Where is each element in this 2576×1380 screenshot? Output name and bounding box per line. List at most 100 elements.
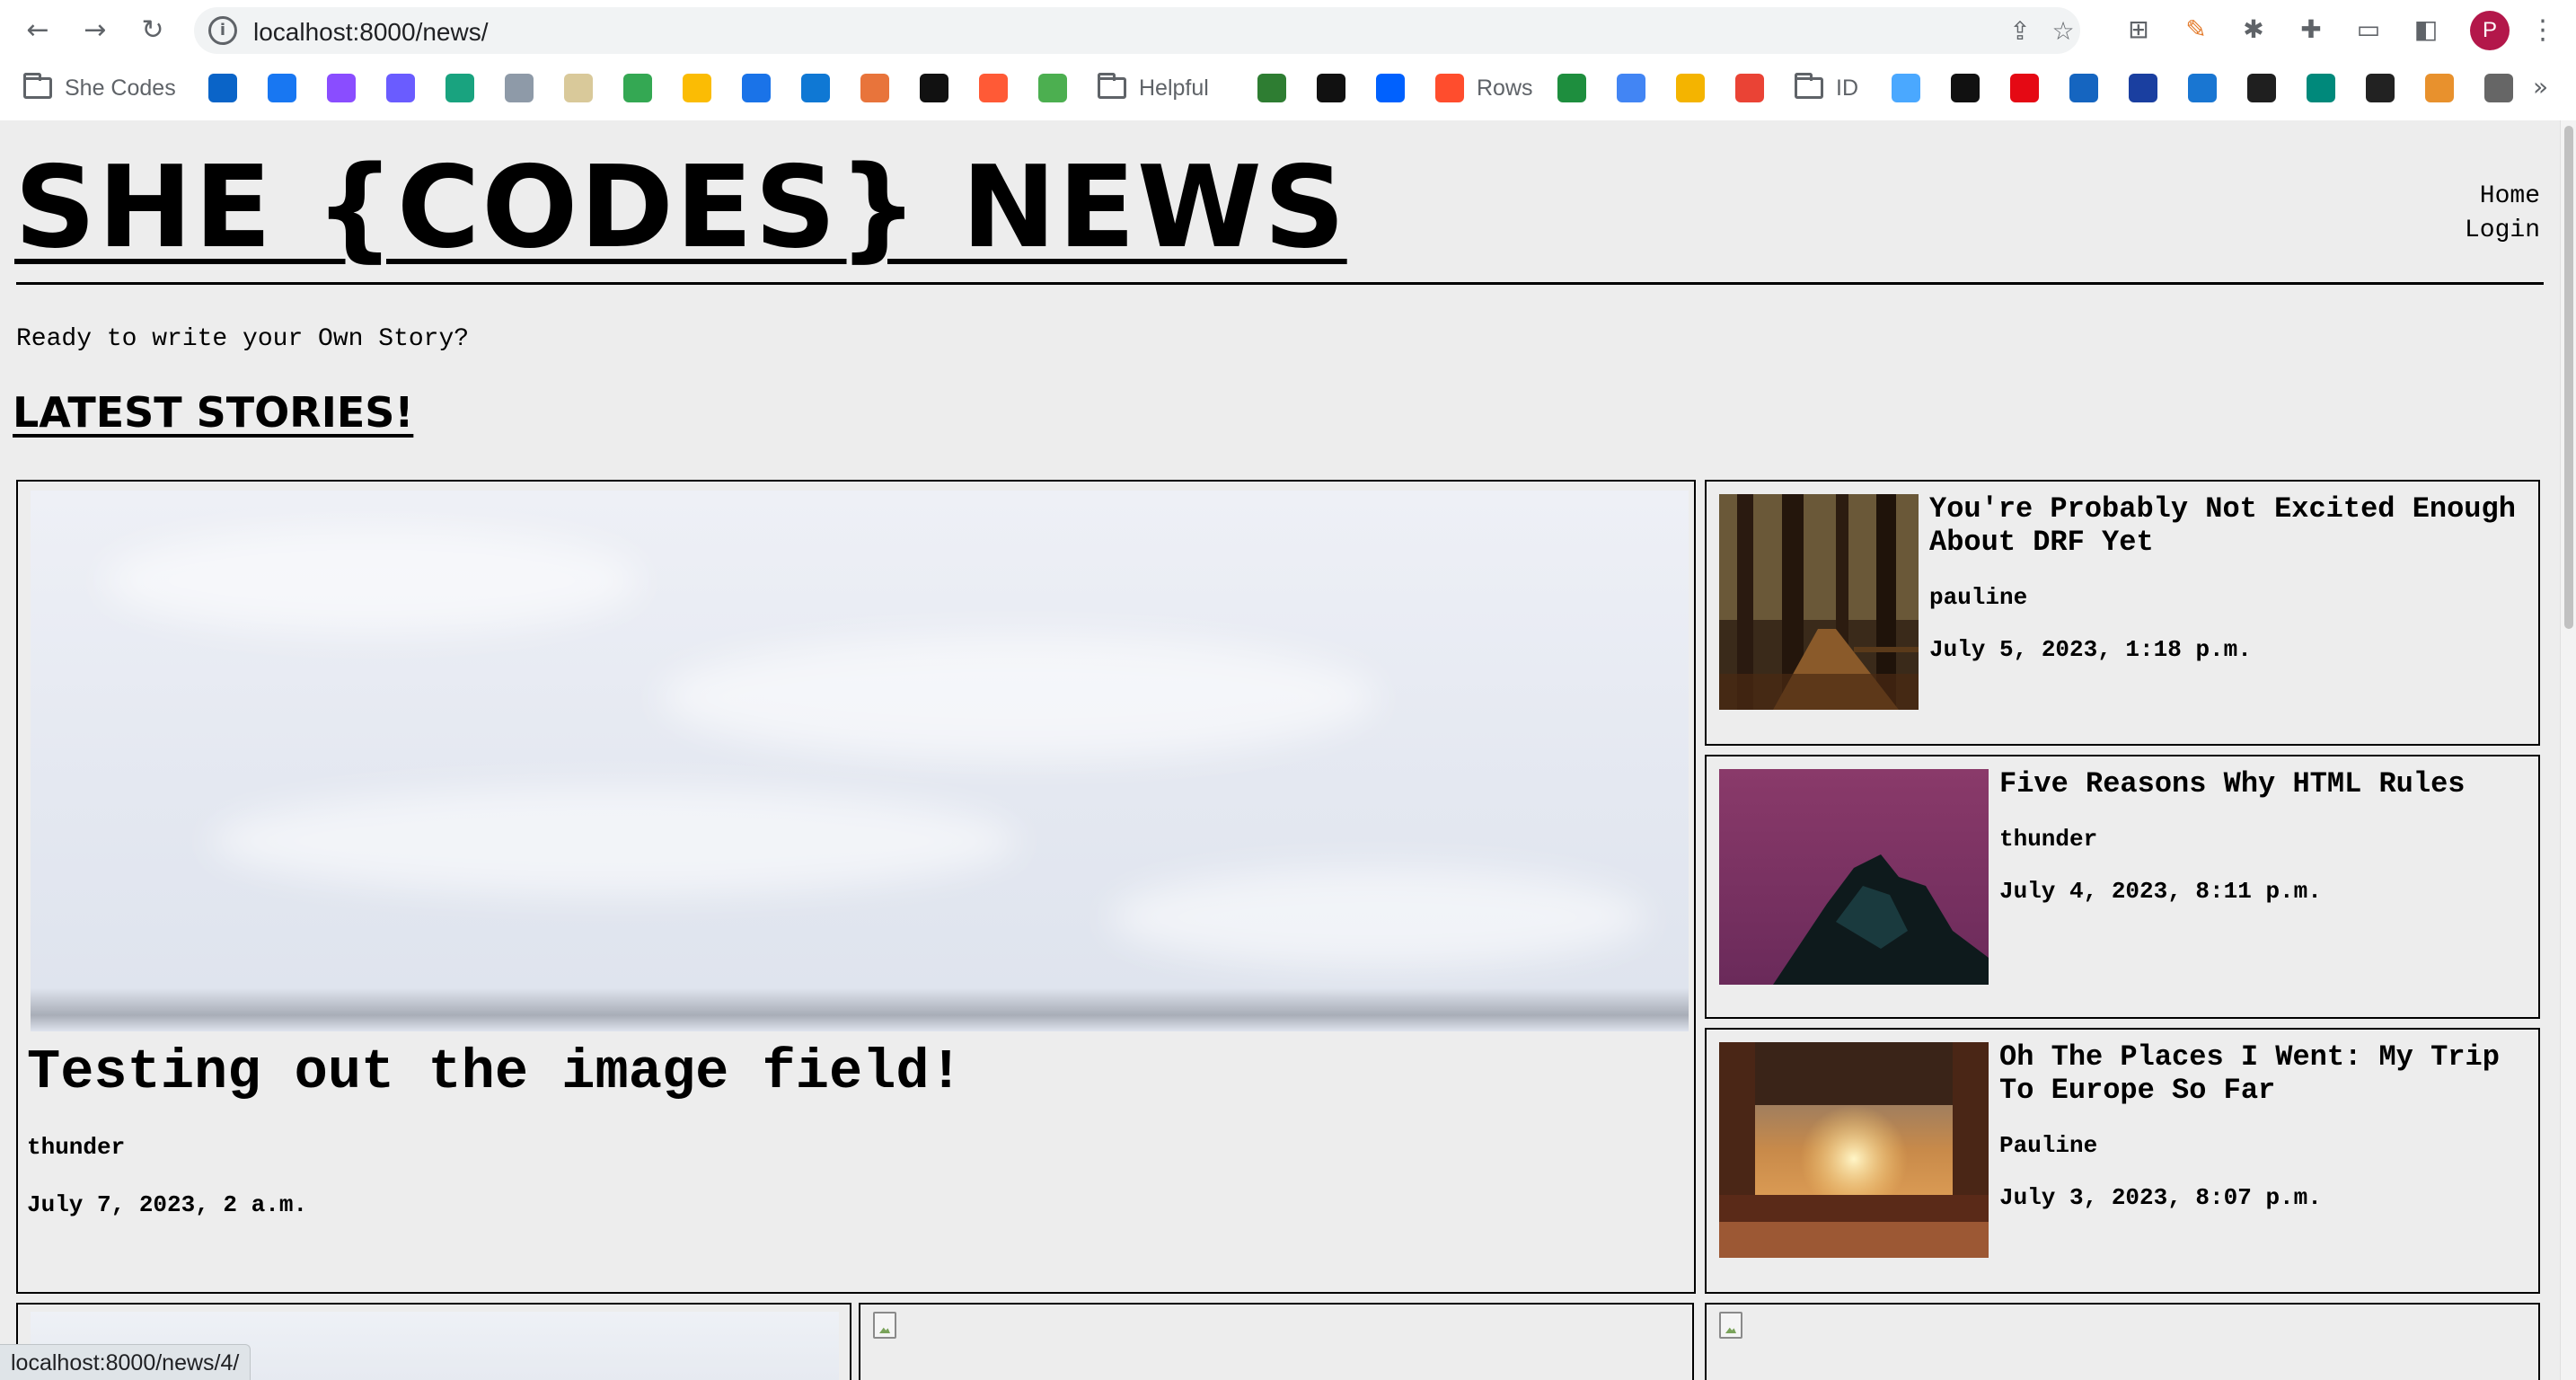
bookmark-item[interactable] xyxy=(1676,72,1705,104)
bookmark-item[interactable] xyxy=(505,72,534,104)
bookmark-item[interactable] xyxy=(1317,72,1345,104)
story-card[interactable] xyxy=(859,1303,1694,1380)
bookmark-item[interactable] xyxy=(327,72,356,104)
bookmark-item[interactable]: Helpful xyxy=(1098,72,1209,104)
story-title[interactable]: Oh The Places I Went: My Trip To Europe … xyxy=(1999,1040,2531,1107)
color-picker-icon[interactable]: ✎ xyxy=(2181,14,2211,45)
cast-icon[interactable]: ▭ xyxy=(2353,14,2384,45)
site-info-icon[interactable]: i xyxy=(208,16,237,45)
browser-menu-icon[interactable]: ⋮ xyxy=(2529,13,2556,49)
bookmark-item[interactable] xyxy=(1376,72,1405,104)
bookmark-item[interactable] xyxy=(1617,72,1645,104)
extension-grid-icon[interactable]: ⊞ xyxy=(2123,14,2154,45)
bookmark-item[interactable] xyxy=(1038,72,1067,104)
address-bar[interactable]: i localhost:8000/news/ ⇪ ☆ xyxy=(194,7,2080,54)
apple-icon xyxy=(2484,74,2513,102)
orange-icon xyxy=(2425,74,2454,102)
chatgpt-icon xyxy=(446,74,474,102)
bookmark-item[interactable] xyxy=(2247,72,2276,104)
bookmark-item[interactable]: She Codes xyxy=(23,72,176,104)
bookmark-item[interactable] xyxy=(1735,72,1764,104)
gemini-icon xyxy=(386,74,415,102)
bookmark-item[interactable] xyxy=(2307,72,2335,104)
bookmark-item[interactable] xyxy=(208,72,237,104)
bookmark-item[interactable] xyxy=(860,72,889,104)
story-card[interactable] xyxy=(1705,1303,2540,1380)
nav-login-link[interactable]: Login xyxy=(2465,214,2540,248)
bookmark-item[interactable]: ID xyxy=(1795,72,1858,104)
disc-icon xyxy=(505,74,534,102)
side-panel-icon[interactable]: ◧ xyxy=(2411,14,2441,45)
featured-story-card[interactable]: Testing out the image field! thunder Jul… xyxy=(16,480,1696,1294)
bookmark-item[interactable] xyxy=(2484,72,2513,104)
bug-icon[interactable]: ✱ xyxy=(2238,14,2269,45)
story-card[interactable]: Five Reasons Why HTML Rules thunder July… xyxy=(1705,755,2540,1019)
bookmark-item[interactable] xyxy=(2425,72,2454,104)
more-bookmarks-icon[interactable]: » xyxy=(2533,72,2548,102)
bookmark-item[interactable] xyxy=(2069,72,2098,104)
goodreads-icon xyxy=(564,74,593,102)
address-bar-url[interactable]: localhost:8000/news/ xyxy=(253,18,489,47)
bookmark-item[interactable] xyxy=(801,72,830,104)
story-date: July 5, 2023, 1:18 p.m. xyxy=(1929,636,2252,663)
featured-story-title[interactable]: Testing out the image field! xyxy=(27,1039,963,1107)
bookmark-item[interactable] xyxy=(1557,72,1586,104)
folder-icon xyxy=(23,73,52,99)
bookmark-item[interactable] xyxy=(2366,72,2395,104)
bookmark-item[interactable] xyxy=(1951,72,1980,104)
story-thumbnail-sunrise[interactable] xyxy=(1719,1042,1989,1258)
featured-story-image[interactable] xyxy=(31,491,1689,1031)
bookmarks-bar: She Codes Helpful Rows ID xyxy=(0,63,2576,113)
share-icon[interactable]: ⇪ xyxy=(2007,18,2033,45)
bookmark-item[interactable] xyxy=(2129,72,2157,104)
bookmark-item[interactable] xyxy=(446,72,474,104)
rows-icon xyxy=(1435,74,1464,102)
bookmark-item[interactable]: Rows xyxy=(1435,72,1533,104)
bookmark-item[interactable] xyxy=(386,72,415,104)
bookmark-item[interactable] xyxy=(2010,72,2039,104)
bookmark-item[interactable] xyxy=(920,72,948,104)
story-author: Pauline xyxy=(1999,1132,2098,1159)
netflix-icon xyxy=(2010,74,2039,102)
write-story-prompt[interactable]: Ready to write your Own Story? xyxy=(16,325,469,353)
story-date: July 3, 2023, 8:07 p.m. xyxy=(1999,1184,2322,1211)
nav-home-link[interactable]: Home xyxy=(2465,180,2540,214)
facebook-icon xyxy=(268,74,296,102)
photos-icon xyxy=(683,74,711,102)
bookmark-item[interactable] xyxy=(564,72,593,104)
bookmark-item[interactable] xyxy=(1257,72,1286,104)
notion-icon xyxy=(1317,74,1345,102)
dropbox-icon xyxy=(1376,74,1405,102)
extensions-puzzle-icon[interactable]: ✚ xyxy=(2296,14,2326,45)
plus-icon xyxy=(1557,74,1586,102)
drive-icon xyxy=(742,74,771,102)
bookmark-item[interactable] xyxy=(623,72,652,104)
disney-icon xyxy=(2129,74,2157,102)
bookmark-label: She Codes xyxy=(65,75,176,101)
story-title[interactable]: You're Probably Not Excited Enough About… xyxy=(1929,492,2531,559)
reload-icon[interactable]: ↻ xyxy=(135,13,171,49)
broken-image-icon[interactable] xyxy=(873,1312,896,1339)
story-card[interactable]: You're Probably Not Excited Enough About… xyxy=(1705,480,2540,746)
bookmark-label: Helpful xyxy=(1139,75,1209,101)
leaf-icon xyxy=(1038,74,1067,102)
broken-image-icon[interactable] xyxy=(1719,1312,1742,1339)
story-thumbnail-rock[interactable] xyxy=(1719,769,1989,985)
story-thumbnail-forest[interactable] xyxy=(1719,494,1919,710)
profile-avatar[interactable]: P xyxy=(2470,11,2510,50)
bookmark-item[interactable] xyxy=(2188,72,2217,104)
back-arrow-icon[interactable]: ← xyxy=(20,13,56,49)
story-title[interactable]: Five Reasons Why HTML Rules xyxy=(1999,767,2531,801)
story-card[interactable]: Oh The Places I Went: My Trip To Europe … xyxy=(1705,1028,2540,1294)
bookmark-item[interactable] xyxy=(1892,72,1920,104)
s-icon xyxy=(2188,74,2217,102)
bookmark-item[interactable] xyxy=(268,72,296,104)
bookmark-item[interactable] xyxy=(683,72,711,104)
bookmark-item[interactable] xyxy=(742,72,771,104)
bookmark-item[interactable] xyxy=(979,72,1008,104)
scrollbar-thumb[interactable] xyxy=(2564,126,2573,629)
site-title-link[interactable]: SHE {CODES} NEWS xyxy=(14,151,1347,264)
forward-arrow-icon[interactable]: → xyxy=(77,13,113,49)
bookmark-star-icon[interactable]: ☆ xyxy=(2050,18,2077,45)
page-scrollbar[interactable] xyxy=(2560,120,2576,1380)
